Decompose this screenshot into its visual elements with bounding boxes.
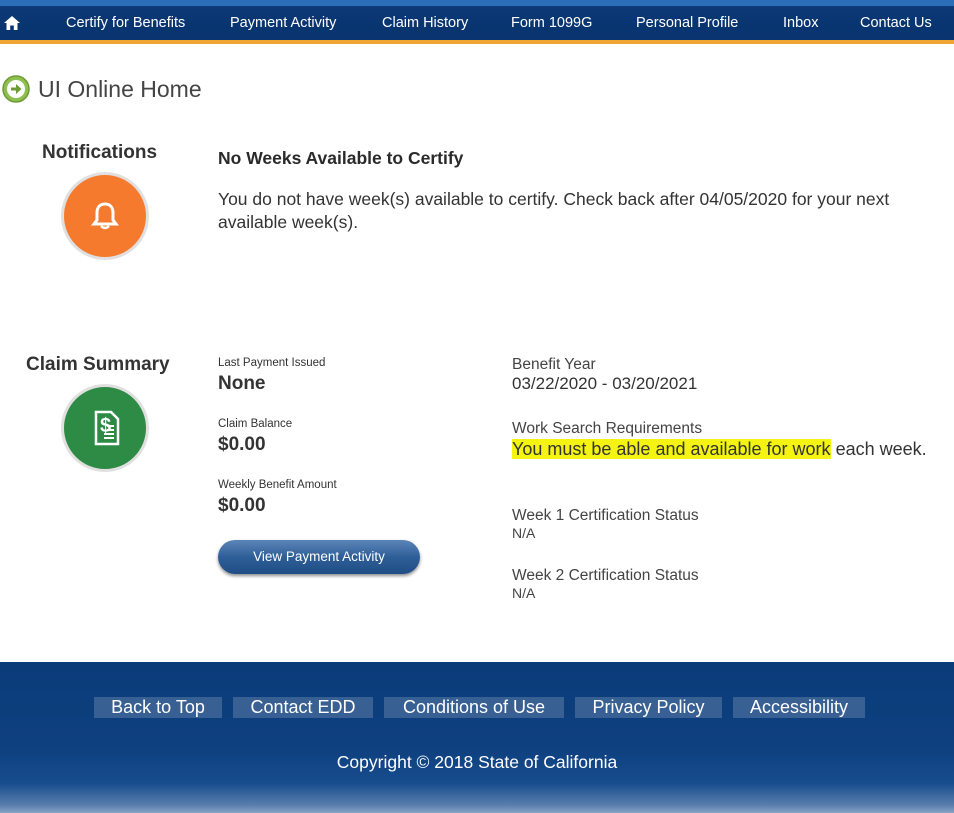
requirement-rest: each week. bbox=[835, 439, 927, 459]
weekly-benefit-value: $0.00 bbox=[218, 495, 266, 516]
dollar-document-icon: $ bbox=[61, 384, 149, 472]
nav-contact-us[interactable]: Contact Us bbox=[860, 6, 932, 40]
benefit-year-label: Benefit Year bbox=[512, 356, 596, 373]
work-search-requirement: You must be able and available for work … bbox=[512, 438, 932, 461]
nav-payment-activity[interactable]: Payment Activity bbox=[230, 6, 336, 40]
claim-balance-value: $0.00 bbox=[218, 434, 266, 455]
nav-certify-for-benefits[interactable]: Certify for Benefits bbox=[66, 6, 185, 40]
nav-claim-history[interactable]: Claim History bbox=[382, 6, 468, 40]
top-navigation-bar: Certify for Benefits Payment Activity Cl… bbox=[0, 0, 954, 44]
footer-accessibility[interactable]: Accessibility bbox=[733, 697, 865, 718]
week2-status-value: N/A bbox=[512, 585, 536, 601]
page-title-row: UI Online Home bbox=[2, 74, 202, 104]
arrow-right-circle-icon bbox=[2, 75, 30, 103]
last-payment-label: Last Payment Issued bbox=[218, 357, 326, 369]
notification-message: You do not have week(s) available to cer… bbox=[218, 189, 890, 232]
work-search-label: Work Search Requirements bbox=[512, 420, 703, 437]
footer-conditions-of-use[interactable]: Conditions of Use bbox=[384, 697, 564, 718]
footer-back-to-top[interactable]: Back to Top bbox=[94, 697, 222, 718]
highlighted-requirement: You must be able and available for work bbox=[512, 439, 831, 459]
notifications-heading: Notifications bbox=[42, 142, 158, 163]
footer bbox=[0, 662, 954, 813]
week1-status-label: Week 1 Certification Status bbox=[512, 507, 699, 524]
week1-status-value: N/A bbox=[512, 525, 536, 541]
nav-personal-profile[interactable]: Personal Profile bbox=[636, 6, 738, 40]
notification-title: No Weeks Available to Certify bbox=[218, 148, 464, 168]
weekly-benefit-label: Weekly Benefit Amount bbox=[218, 479, 337, 491]
week2-status-label: Week 2 Certification Status bbox=[512, 567, 699, 584]
page-title: UI Online Home bbox=[38, 75, 202, 102]
view-payment-activity-button[interactable]: View Payment Activity bbox=[218, 540, 420, 574]
copyright-text: Copyright © 2018 State of California bbox=[336, 752, 618, 772]
last-payment-value: None bbox=[218, 373, 266, 394]
claim-balance-label: Claim Balance bbox=[218, 418, 293, 430]
home-icon[interactable] bbox=[0, 6, 24, 40]
nav-inbox[interactable]: Inbox bbox=[783, 6, 818, 40]
claim-summary-heading: Claim Summary bbox=[26, 354, 170, 375]
footer-privacy-policy[interactable]: Privacy Policy bbox=[575, 697, 722, 718]
nav-form-1099g[interactable]: Form 1099G bbox=[511, 6, 592, 40]
footer-contact-edd[interactable]: Contact EDD bbox=[233, 697, 373, 718]
benefit-year-value: 03/22/2020 - 03/20/2021 bbox=[512, 374, 698, 393]
bell-icon bbox=[61, 172, 149, 260]
